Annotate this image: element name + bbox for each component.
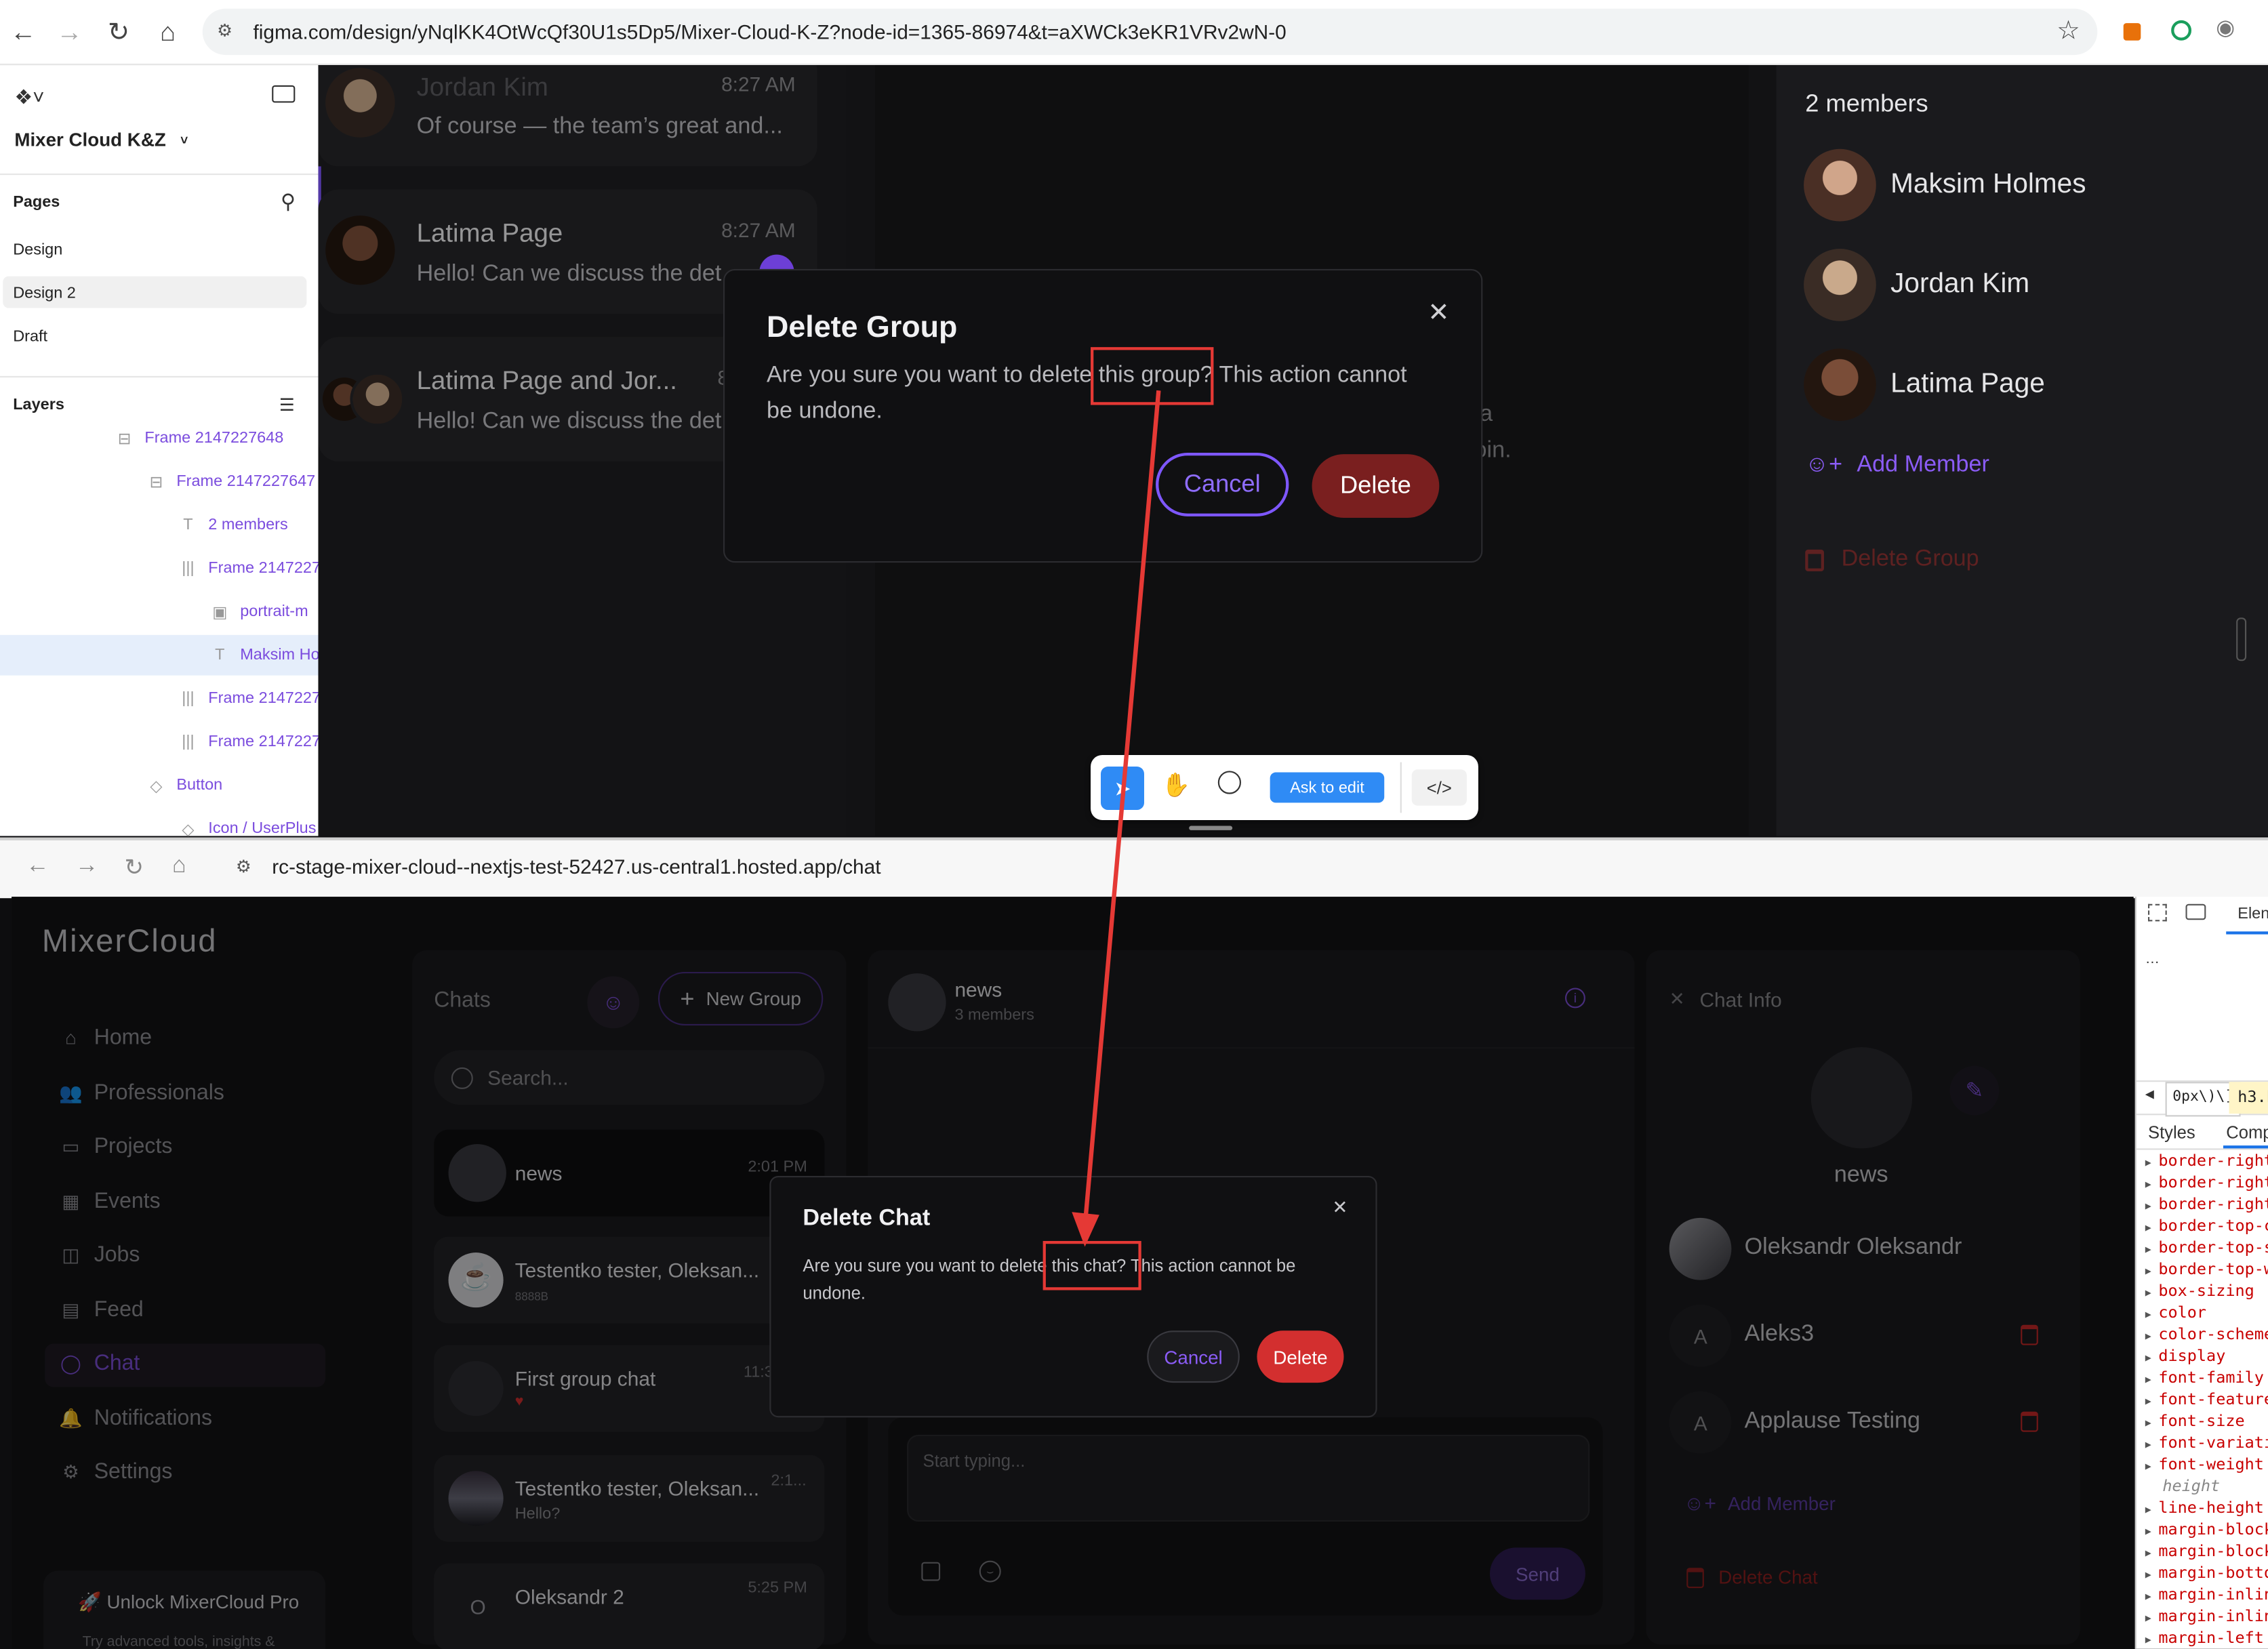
annotation-arrow-head <box>1072 1212 1099 1247</box>
annotation-arrow-line <box>1082 390 1161 1227</box>
annotation-arrow <box>1072 390 1161 1247</box>
